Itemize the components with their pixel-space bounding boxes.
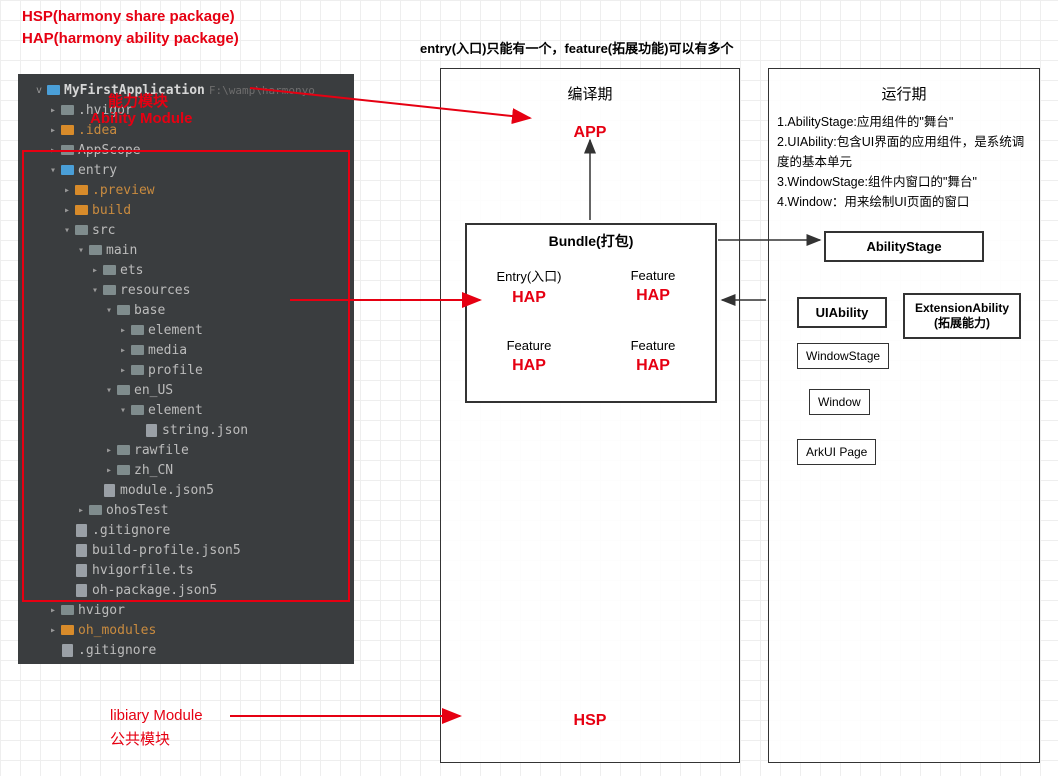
runtime-title: 运行期: [769, 83, 1039, 104]
bundle-box: Bundle(打包) Entry(入口)HAPFeatureHAPFeature…: [465, 223, 717, 403]
header-definitions: HSP(harmony share package) HAP(harmony a…: [22, 6, 239, 50]
compile-phase-box: 编译期 APP Bundle(打包) Entry(入口)HAPFeatureHA…: [440, 68, 740, 763]
library-module-label: libiary Module 公共模块: [110, 704, 203, 752]
tree-item[interactable]: ▸oh_modules: [22, 620, 350, 640]
tree-item[interactable]: .gitignore: [22, 640, 350, 660]
arkui-page-box: ArkUI Page: [797, 439, 876, 465]
windowstage-box: WindowStage: [797, 343, 889, 369]
bundle-cell: FeatureHAP: [467, 321, 591, 391]
ability-stage-box: AbilityStage: [824, 231, 984, 262]
entry-module-highlight: [22, 150, 350, 602]
uiability-box: UIAbility: [797, 297, 887, 328]
tree-item[interactable]: build-profile.json5: [22, 660, 350, 664]
extension-ability-box: ExtensionAbility(拓展能力): [903, 293, 1021, 339]
runtime-phase-box: 运行期 1.AbilityStage:应用组件的"舞台" 2.UIAbility…: [768, 68, 1040, 763]
bundle-title: Bundle(打包): [467, 231, 715, 251]
hsp-label: HSP: [574, 712, 607, 730]
bundle-cell: FeatureHAP: [591, 321, 715, 391]
bundle-cell: Entry(入口)HAP: [467, 251, 591, 321]
overlay-label-cn: 能力模块: [108, 90, 168, 111]
overlay-label-en: Ability Module: [90, 110, 193, 127]
tree-item[interactable]: ▸hvigor: [22, 600, 350, 620]
compile-title: 编译期: [441, 83, 739, 104]
runtime-description: 1.AbilityStage:应用组件的"舞台" 2.UIAbility:包含U…: [777, 112, 1031, 212]
window-box: Window: [809, 389, 870, 415]
tree-root[interactable]: v MyFirstApplicationF:\wamp\harmonyo: [22, 80, 350, 100]
hsp-definition: HSP(harmony share package): [22, 6, 239, 28]
bundle-cell: FeatureHAP: [591, 251, 715, 321]
entry-feature-note: entry(入口)只能有一个，feature(拓展功能)可以有多个: [420, 38, 733, 57]
app-label: APP: [441, 124, 739, 142]
hap-definition: HAP(harmony ability package): [22, 28, 239, 50]
